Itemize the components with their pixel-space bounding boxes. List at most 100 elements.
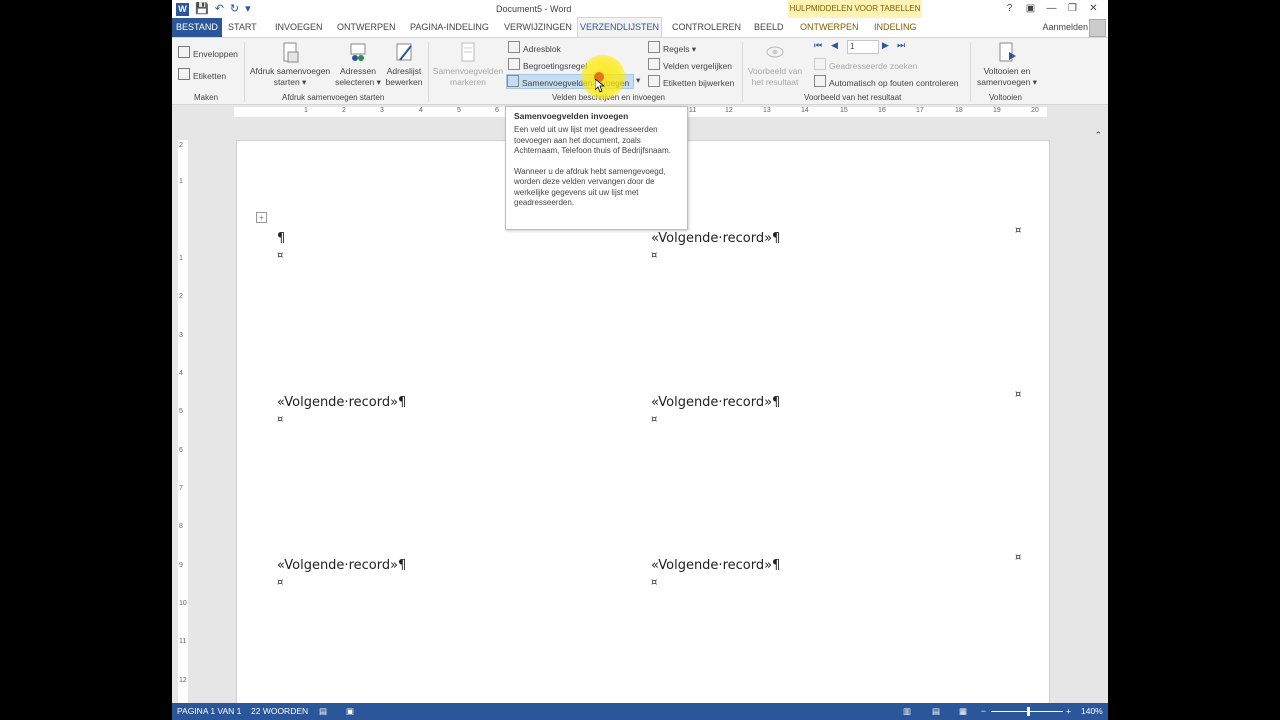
print-layout-icon[interactable]: ▤	[932, 706, 940, 717]
ruler-number: 2	[179, 293, 183, 300]
ribbon: Enveloppen Etiketten Maken Afdruk samenv…	[172, 38, 1108, 140]
ruler-number: 17	[916, 107, 924, 114]
record-number-input[interactable]: 1	[847, 40, 879, 54]
tab-beeld[interactable]: BEELD	[752, 18, 786, 37]
ruler-number: 19	[993, 107, 1001, 114]
zoom-slider-thumb[interactable]	[1027, 707, 1030, 716]
tab-controleren[interactable]: CONTROLEREN	[670, 18, 743, 37]
last-record-icon[interactable]: ⏭	[897, 40, 905, 51]
match-fields-icon	[648, 58, 660, 70]
read-mode-icon[interactable]: ▥	[903, 706, 911, 717]
ribbon-display-icon[interactable]: ▣	[1020, 0, 1041, 18]
context-tab-header: HULPMIDDELEN VOOR TABELLEN	[788, 0, 922, 18]
previous-record-icon[interactable]: ◀	[831, 40, 838, 51]
match-fields-button[interactable]: Velden vergelijken	[648, 58, 732, 71]
ruler-number: 2	[179, 142, 183, 149]
finish-merge-button[interactable]: Voltooien en samenvoegen ▾	[972, 42, 1042, 88]
preview-results-button[interactable]: Voorbeeld van het resultaat	[744, 42, 806, 88]
sign-in-link[interactable]: Aanmelden	[1042, 18, 1088, 37]
select-recipients-button[interactable]: Adressen selecteren ▾	[334, 42, 382, 88]
cell-end-mark: ¤	[277, 577, 284, 588]
zoom-in-icon[interactable]: +	[1066, 706, 1071, 716]
ruler-number: 6	[179, 447, 183, 454]
collapse-ribbon-icon[interactable]: ⌃	[1094, 130, 1102, 141]
undo-icon[interactable]: ↶	[215, 2, 224, 16]
check-errors-button[interactable]: Automatisch op fouten controleren	[814, 75, 958, 88]
table-move-handle-icon[interactable]: +	[256, 212, 267, 223]
tab-bestand[interactable]: BESTAND	[172, 18, 222, 37]
first-record-icon[interactable]: ⏮	[814, 40, 822, 51]
vertical-ruler[interactable]: 2 1 1 2 3 4 5 6 7 8 9 10 11 12	[178, 140, 188, 710]
find-recipient-button[interactable]: Geadresseerde zoeken	[814, 58, 917, 71]
row-end-mark: ¤	[1015, 225, 1022, 236]
maximize-button[interactable]: ❐	[1062, 0, 1083, 18]
ruler-number: 4	[419, 107, 423, 114]
ruler-number: 10	[179, 600, 187, 607]
update-labels-icon	[648, 75, 660, 87]
ruler-number: 1	[179, 178, 183, 185]
tab-verwijzingen[interactable]: VERWIJZINGEN	[502, 18, 574, 37]
tab-ontwerpen[interactable]: ONTWERPEN	[335, 18, 398, 37]
tab-pagina-indeling[interactable]: PAGINA-INDELING	[408, 18, 491, 37]
tooltip-note: Wanneer u de afdruk hebt samengevoegd, w…	[514, 166, 666, 208]
group-separator	[970, 42, 971, 102]
highlight-merge-fields-button[interactable]: Samenvoegvelden markeren	[430, 42, 506, 88]
ruler-number: 11	[179, 638, 187, 645]
tab-table-indeling[interactable]: INDELING	[872, 18, 919, 37]
label-cell-text[interactable]: «Volgende·record»¶	[651, 231, 780, 246]
check-errors-icon	[814, 75, 826, 87]
save-icon[interactable]: 💾	[195, 2, 209, 16]
envelope-icon	[178, 46, 190, 58]
highlight-fields-icon	[461, 42, 475, 62]
insert-field-icon	[507, 75, 519, 87]
edit-recipient-list-button[interactable]: Adreslijst bewerken	[382, 42, 426, 88]
label-cell-text[interactable]: «Volgende·record»¶	[277, 395, 406, 410]
customize-qat-icon[interactable]: ▾	[245, 2, 251, 16]
etiketten-button[interactable]: Etiketten	[178, 68, 226, 81]
minimize-button[interactable]: —	[1041, 0, 1062, 18]
preview-eye-icon	[766, 46, 784, 58]
close-button[interactable]: ✕	[1083, 0, 1104, 18]
insert-merge-field-dropdown[interactable]: ▾	[636, 74, 640, 87]
tab-table-ontwerpen[interactable]: ONTWERPEN	[798, 18, 861, 37]
group-separator	[742, 42, 743, 102]
adresblok-button[interactable]: Adresblok	[508, 41, 561, 54]
tab-verzendlijsten[interactable]: VERZENDLIJSTEN	[577, 17, 663, 37]
tooltip-insert-merge-field: Samenvoegvelden invoegen Een veld uit uw…	[505, 106, 688, 230]
tab-invoegen[interactable]: INVOEGEN	[273, 18, 325, 37]
label-cell-text[interactable]: «Volgende·record»¶	[651, 395, 780, 410]
proofing-icon[interactable]: ▤	[319, 706, 327, 717]
find-icon	[814, 58, 826, 70]
tab-start[interactable]: START	[226, 18, 259, 37]
ribbon-tabs: BESTAND START INVOEGEN ONTWERPEN PAGINA-…	[172, 17, 1108, 38]
word-count[interactable]: 22 WOORDEN	[251, 706, 308, 716]
user-avatar-icon[interactable]	[1089, 19, 1106, 37]
label-cell-text[interactable]: ¶	[277, 231, 285, 246]
page-count[interactable]: PAGINA 1 VAN 1	[177, 706, 241, 716]
ruler-number: 4	[179, 370, 183, 377]
help-icon[interactable]: ?	[999, 0, 1020, 18]
ruler-number: 12	[179, 677, 187, 684]
begroetingsregel-button[interactable]: Begroetingsregel	[508, 58, 587, 71]
label-cell-text[interactable]: «Volgende·record»¶	[651, 558, 780, 573]
cell-end-mark: ¤	[277, 414, 284, 425]
label-icon	[178, 68, 190, 80]
web-layout-icon[interactable]: ▦	[959, 706, 967, 717]
word-window: W 💾 ↶ ↻ ▾ Document5 - Word HULPMIDDELEN …	[172, 0, 1108, 720]
next-record-icon[interactable]: ▶	[882, 40, 889, 51]
rules-icon	[648, 41, 660, 53]
start-mail-merge-button[interactable]: Afdruk samenvoegen starten ▾	[248, 42, 332, 88]
macro-record-icon[interactable]: ▣	[346, 706, 354, 717]
ruler-number: 5	[457, 107, 461, 114]
enveloppen-button[interactable]: Enveloppen	[178, 46, 238, 59]
zoom-level[interactable]: 140%	[1081, 706, 1103, 716]
update-labels-button[interactable]: Etiketten bijwerken	[648, 75, 734, 88]
tooltip-description: Een veld uit uw lijst met geadresseerden…	[514, 125, 671, 155]
ruler-number: 14	[801, 107, 809, 114]
redo-icon[interactable]: ↻	[230, 2, 239, 16]
label-cell-text[interactable]: «Volgende·record»¶	[277, 558, 406, 573]
regels-button[interactable]: Regels ▾	[648, 41, 696, 54]
ruler-number: 6	[495, 107, 499, 114]
zoom-out-icon[interactable]: −	[981, 706, 986, 716]
group-label-voltooien: Voltooien	[989, 93, 1022, 102]
